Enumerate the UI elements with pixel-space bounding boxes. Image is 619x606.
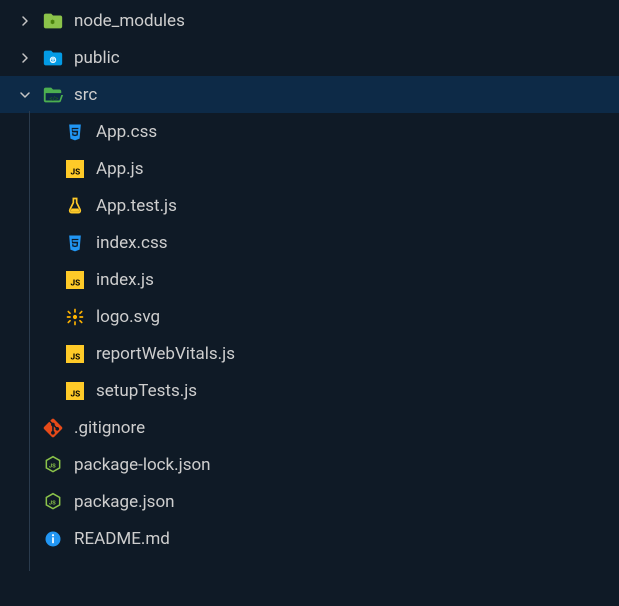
chevron-placeholder [38,197,56,215]
file-label: setupTests.js [96,381,197,401]
js-icon: JS [64,269,86,291]
folder-row-public[interactable]: public [0,39,619,76]
svg-text:JS: JS [49,463,56,469]
file-label: index.css [96,233,168,253]
file-row-app-js[interactable]: JS App.js [0,150,619,187]
file-row-package-lock-json[interactable]: JS package-lock.json [0,446,619,483]
chevron-placeholder [38,382,56,400]
file-row-gitignore[interactable]: .gitignore [0,409,619,446]
css-icon [64,121,86,143]
file-label: reportWebVitals.js [96,344,235,364]
chevron-placeholder [16,530,34,548]
test-icon [64,195,86,217]
chevron-placeholder [38,345,56,363]
nodejs-icon: JS [42,454,64,476]
chevron-placeholder [38,308,56,326]
file-label: package-lock.json [74,455,211,475]
file-row-index-js[interactable]: JS index.js [0,261,619,298]
folder-row-src[interactable]: </> src [0,76,619,113]
file-row-logo-svg[interactable]: logo.svg [0,298,619,335]
js-icon: JS [64,343,86,365]
css-icon [64,232,86,254]
js-icon: JS [64,158,86,180]
chevron-placeholder [38,234,56,252]
js-icon: JS [64,380,86,402]
file-row-readme-md[interactable]: README.md [0,520,619,557]
file-label: logo.svg [96,307,160,327]
file-row-app-test-js[interactable]: App.test.js [0,187,619,224]
chevron-down-icon[interactable] [16,86,34,104]
chevron-placeholder [16,456,34,474]
file-label: .gitignore [74,418,145,438]
svg-text:JS: JS [71,167,81,177]
nodejs-icon: JS [42,491,64,513]
chevron-placeholder [16,419,34,437]
file-label: package.json [74,492,175,512]
folder-row-node-modules[interactable]: node_modules [0,2,619,39]
file-row-app-css[interactable]: App.css [0,113,619,150]
folder-label: public [74,48,120,68]
folder-label: src [74,85,97,105]
file-row-setuptests-js[interactable]: JS setupTests.js [0,372,619,409]
chevron-placeholder [38,271,56,289]
chevron-right-icon[interactable] [16,49,34,67]
file-label: App.test.js [96,196,177,216]
folder-node-icon [42,10,64,32]
svg-text:</>: </> [49,94,59,102]
svg-text:JS: JS [71,278,81,288]
file-label: App.css [96,122,157,142]
folder-public-icon [42,47,64,69]
file-row-index-css[interactable]: index.css [0,224,619,261]
svg-icon [64,306,86,328]
svg-text:JS: JS [71,389,81,399]
chevron-placeholder [16,493,34,511]
folder-label: node_modules [74,11,185,31]
indent-guide [29,111,30,571]
file-label: index.js [96,270,154,290]
svg-text:JS: JS [71,352,81,362]
git-icon [42,417,64,439]
readme-icon [42,528,64,550]
file-row-reportwebvitals-js[interactable]: JS reportWebVitals.js [0,335,619,372]
chevron-placeholder [38,160,56,178]
chevron-placeholder [38,123,56,141]
file-explorer-tree: node_modules public </> src App.css JS [0,0,619,557]
folder-src-icon: </> [42,84,64,106]
file-label: README.md [74,529,170,549]
svg-text:JS: JS [49,500,56,506]
file-label: App.js [96,159,144,179]
file-row-package-json[interactable]: JS package.json [0,483,619,520]
chevron-right-icon[interactable] [16,12,34,30]
